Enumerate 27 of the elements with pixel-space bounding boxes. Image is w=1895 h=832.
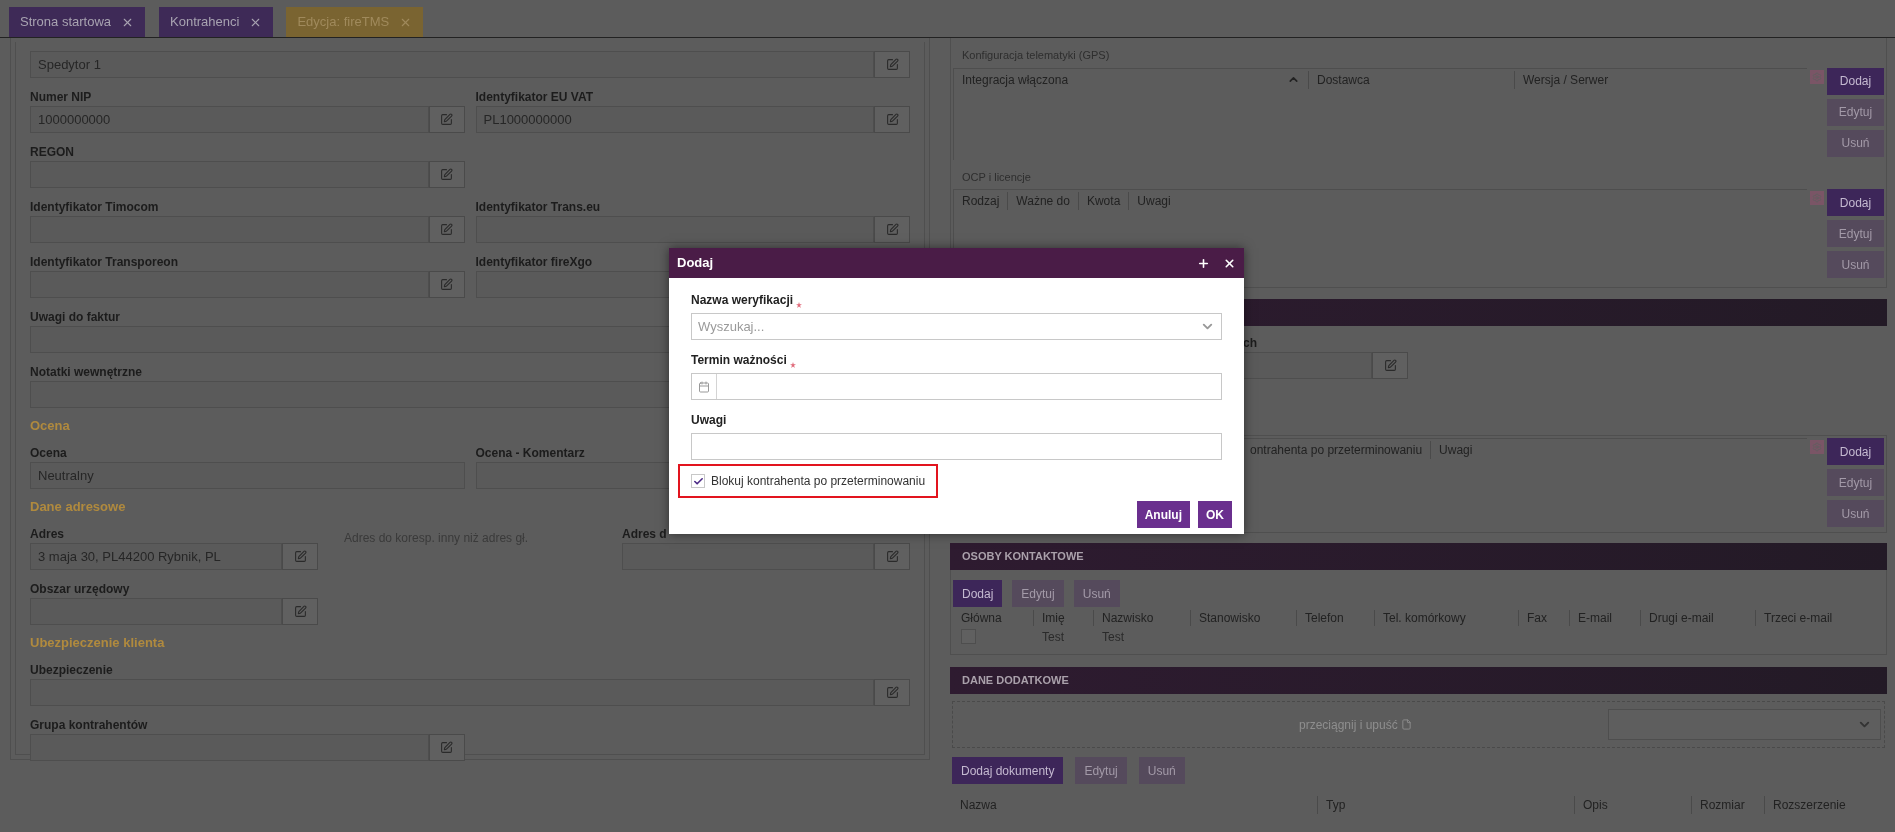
checkbox-label: Blokuj kontrahenta po przeterminowaniu [711, 473, 926, 490]
field-label: REGON [30, 144, 74, 161]
field-label: Grupa kontrahentów [30, 717, 148, 734]
field-label: Uwagi [691, 412, 727, 429]
section-title: Ubezpieczenie klienta [30, 635, 165, 651]
dialog-title: Dodaj [677, 254, 714, 273]
field-label: Obszar urzędowy [30, 581, 130, 598]
field-label: Identyfikator Transporeon [30, 254, 179, 271]
section-header: DANE DODATKOWE [950, 667, 1887, 694]
field-label: Termin ważności [691, 352, 787, 369]
field-label: Ocena - Komentarz [475, 445, 585, 462]
field-label: Numer NIP [30, 89, 92, 106]
section-header: OSOBY KONTAKTOWE [950, 543, 1887, 570]
field-label: Uwagi do faktur [30, 309, 120, 326]
field-label: Identyfikator Trans.eu [475, 199, 601, 216]
field-label: Ubezpieczenie [30, 662, 113, 679]
section-title: Dane adresowe [30, 499, 126, 515]
field-label: Ocena [30, 445, 67, 462]
field-label: ch [1243, 335, 1257, 352]
section-title: Ocena [30, 418, 70, 434]
field-label: Notatki wewnętrzne [30, 364, 143, 381]
field-label: Adres [30, 526, 64, 543]
field-label: Identyfikator fireXgo [475, 254, 593, 271]
field-label: Adres d [622, 526, 667, 543]
field-label: Identyfikator EU VAT [475, 89, 594, 106]
field-label: Identyfikator Timocom [30, 199, 159, 216]
field-label: Nazwa weryfikacji [691, 292, 794, 309]
